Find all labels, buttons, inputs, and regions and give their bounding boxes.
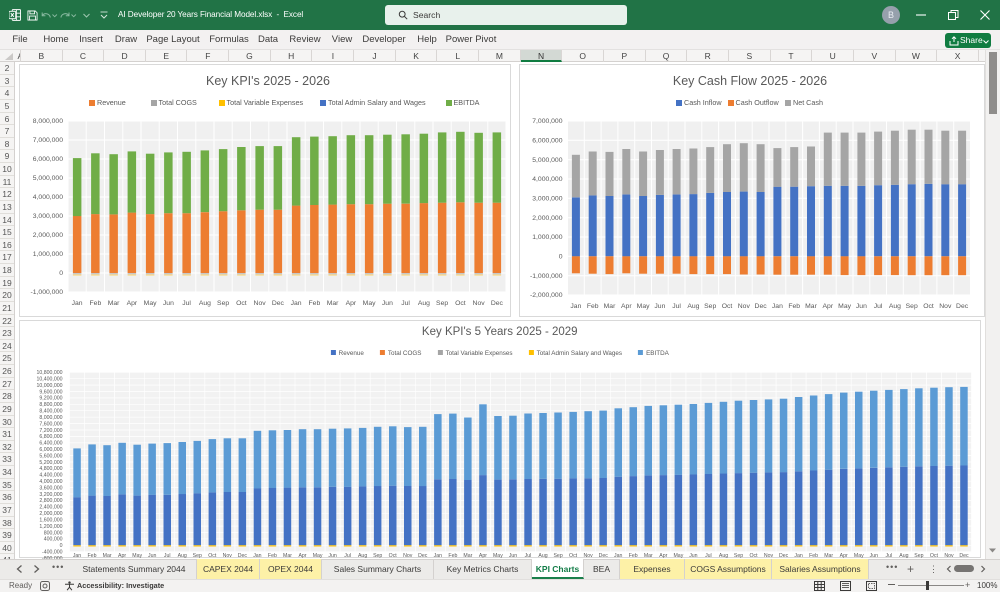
svg-text:Mar: Mar: [108, 300, 120, 307]
svg-text:8,800,000: 8,800,000: [39, 402, 62, 408]
svg-text:5,000,000: 5,000,000: [33, 175, 63, 182]
svg-text:May: May: [838, 303, 851, 310]
svg-text:8,400,000: 8,400,000: [39, 409, 62, 415]
svg-text:7,000,000: 7,000,000: [33, 137, 63, 144]
svg-text:Jun: Jun: [163, 300, 174, 307]
svg-text:-1,000,000: -1,000,000: [30, 289, 63, 296]
svg-text:Apr: Apr: [621, 303, 632, 310]
svg-text:8,000,000: 8,000,000: [33, 118, 63, 125]
svg-text:Mar: Mar: [805, 303, 817, 310]
svg-text:Jan: Jan: [570, 303, 581, 310]
svg-text:Jun: Jun: [382, 300, 393, 307]
svg-text:3,000,000: 3,000,000: [33, 213, 63, 220]
svg-text:1,000,000: 1,000,000: [532, 234, 562, 241]
svg-text:Jun: Jun: [654, 303, 665, 310]
svg-text:5,000,000: 5,000,000: [532, 157, 562, 164]
svg-text:Jul: Jul: [182, 300, 191, 307]
svg-text:7,200,000: 7,200,000: [39, 428, 62, 434]
svg-text:Apr: Apr: [127, 300, 138, 307]
svg-text:Sep: Sep: [217, 300, 229, 307]
svg-text:Oct: Oct: [455, 300, 466, 307]
svg-text:-400,000: -400,000: [42, 550, 63, 556]
svg-text:6,800,000: 6,800,000: [39, 434, 62, 440]
svg-text:6,000,000: 6,000,000: [532, 138, 562, 145]
svg-text:800,000: 800,000: [44, 530, 63, 536]
svg-text:May: May: [363, 300, 376, 307]
svg-text:6,400,000: 6,400,000: [39, 441, 62, 447]
svg-text:10,800,000: 10,800,000: [37, 370, 63, 376]
svg-text:7,000,000: 7,000,000: [532, 118, 562, 125]
svg-text:-2,000,000: -2,000,000: [530, 292, 563, 299]
svg-text:Jul: Jul: [401, 300, 410, 307]
svg-text:Oct: Oct: [722, 303, 733, 310]
svg-text:6,000,000: 6,000,000: [33, 156, 63, 163]
svg-text:4,000,000: 4,000,000: [532, 176, 562, 183]
svg-text:Aug: Aug: [687, 303, 699, 310]
svg-text:Jan: Jan: [772, 303, 783, 310]
svg-text:Nov: Nov: [473, 300, 486, 307]
svg-text:4,400,000: 4,400,000: [39, 473, 62, 479]
svg-text:Feb: Feb: [788, 303, 800, 310]
svg-text:4,000,000: 4,000,000: [33, 194, 63, 201]
svg-text:4,000,000: 4,000,000: [39, 479, 62, 485]
svg-text:10,000,000: 10,000,000: [37, 383, 63, 389]
svg-text:-1,000,000: -1,000,000: [530, 273, 563, 280]
svg-text:Mar: Mar: [327, 300, 339, 307]
svg-text:Nov: Nov: [254, 300, 267, 307]
svg-text:2,000,000: 2,000,000: [532, 215, 562, 222]
svg-text:2,000,000: 2,000,000: [39, 511, 62, 517]
svg-text:Mar: Mar: [604, 303, 616, 310]
svg-text:Dec: Dec: [755, 303, 768, 310]
svg-text:Jan: Jan: [291, 300, 302, 307]
svg-text:2,000,000: 2,000,000: [33, 232, 63, 239]
svg-text:Apr: Apr: [346, 300, 357, 307]
svg-text:Jan: Jan: [72, 300, 83, 307]
svg-text:Jul: Jul: [874, 303, 883, 310]
svg-text:Oct: Oct: [236, 300, 247, 307]
svg-text:Aug: Aug: [418, 300, 430, 307]
svg-text:Nov: Nov: [738, 303, 751, 310]
svg-text:Feb: Feb: [309, 300, 321, 307]
svg-text:Dec: Dec: [956, 303, 969, 310]
svg-text:3,000,000: 3,000,000: [532, 196, 562, 203]
svg-text:0: 0: [60, 543, 63, 549]
svg-text:1,200,000: 1,200,000: [39, 524, 62, 530]
svg-text:May: May: [637, 303, 650, 310]
svg-text:1,600,000: 1,600,000: [39, 518, 62, 524]
svg-text:5,600,000: 5,600,000: [39, 453, 62, 459]
svg-text:Feb: Feb: [587, 303, 599, 310]
svg-text:Sep: Sep: [704, 303, 716, 310]
svg-text:Jun: Jun: [856, 303, 867, 310]
svg-text:Feb: Feb: [90, 300, 102, 307]
svg-text:5,200,000: 5,200,000: [39, 460, 62, 466]
svg-text:9,600,000: 9,600,000: [39, 389, 62, 395]
svg-text:Dec: Dec: [491, 300, 504, 307]
svg-text:4,800,000: 4,800,000: [39, 466, 62, 472]
svg-text:Apr: Apr: [823, 303, 834, 310]
svg-text:2,800,000: 2,800,000: [39, 498, 62, 504]
svg-text:Dec: Dec: [272, 300, 285, 307]
svg-text:Nov: Nov: [939, 303, 952, 310]
svg-text:2,400,000: 2,400,000: [39, 505, 62, 511]
svg-text:8,000,000: 8,000,000: [39, 415, 62, 421]
svg-text:Aug: Aug: [199, 300, 211, 307]
svg-text:10,400,000: 10,400,000: [37, 377, 63, 383]
svg-text:Sep: Sep: [906, 303, 918, 310]
svg-text:1,000,000: 1,000,000: [33, 251, 63, 258]
svg-text:9,200,000: 9,200,000: [39, 396, 62, 402]
svg-text:Oct: Oct: [923, 303, 934, 310]
svg-text:May: May: [144, 300, 157, 307]
svg-text:Jul: Jul: [672, 303, 681, 310]
svg-text:6,000,000: 6,000,000: [39, 447, 62, 453]
svg-text:400,000: 400,000: [44, 537, 63, 543]
svg-text:Sep: Sep: [436, 300, 448, 307]
svg-text:3,200,000: 3,200,000: [39, 492, 62, 498]
svg-text:7,600,000: 7,600,000: [39, 421, 62, 427]
svg-text:3,600,000: 3,600,000: [39, 485, 62, 491]
svg-text:0: 0: [559, 254, 563, 261]
svg-text:Aug: Aug: [889, 303, 901, 310]
svg-text:0: 0: [59, 270, 63, 277]
